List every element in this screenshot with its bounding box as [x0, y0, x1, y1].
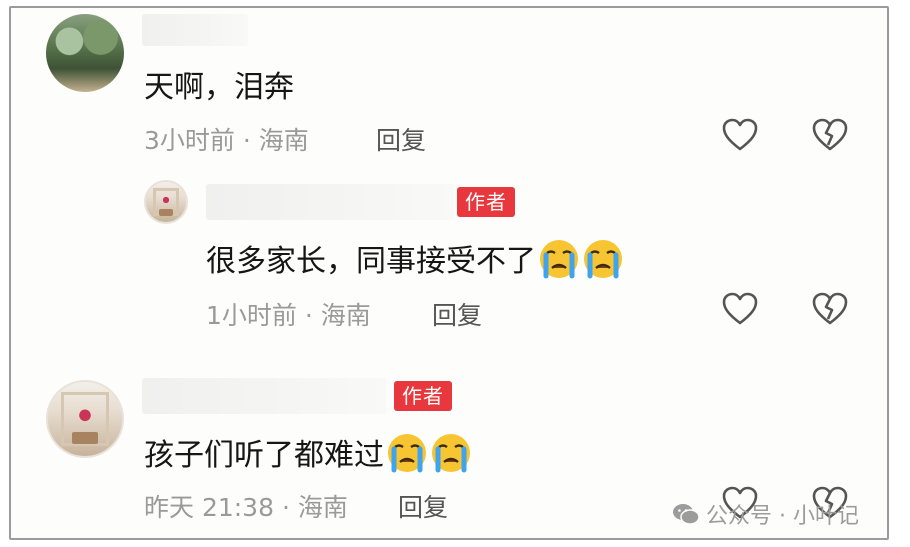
comment-text: 天啊，泪奔	[144, 70, 294, 105]
crying-face-emoji	[582, 238, 624, 288]
avatar[interactable]	[144, 180, 188, 224]
meta-separator: ·	[304, 301, 313, 330]
heart-outline-icon[interactable]	[722, 118, 758, 152]
watermark-text: 公众号 · 小叶记	[706, 504, 859, 529]
comment-location: 海南	[297, 493, 348, 522]
username-blurred[interactable]	[142, 378, 386, 414]
reply-button[interactable]: 回复	[398, 488, 448, 524]
meta-separator: ·	[281, 493, 290, 522]
crying-face-emoji	[430, 432, 472, 482]
comment-text: 孩子们听了都难过	[144, 438, 384, 473]
broken-heart-icon[interactable]	[812, 292, 848, 326]
reply-button[interactable]: 回复	[376, 121, 426, 157]
broken-heart-icon[interactable]	[812, 118, 848, 152]
comment-text: 很多家长，同事接受不了	[206, 244, 536, 279]
comment-time: 1小时前	[206, 301, 297, 330]
username-blurred[interactable]	[206, 184, 454, 220]
comment-text-row: 很多家长，同事接受不了	[206, 236, 624, 288]
username-blurred[interactable]	[142, 14, 248, 46]
comment-time: 昨天 21:38	[144, 493, 274, 522]
comment-text-row: 孩子们听了都难过	[144, 430, 472, 482]
watermark: 公众号 · 小叶记	[672, 498, 859, 532]
comment-meta: 1小时前 · 海南	[206, 296, 371, 332]
author-badge: 作者	[457, 187, 515, 217]
comment-location: 海南	[320, 301, 371, 330]
meta-separator: ·	[242, 126, 251, 155]
crying-face-emoji	[538, 238, 580, 288]
comment-meta: 昨天 21:38 · 海南	[144, 488, 348, 524]
wechat-icon	[672, 502, 700, 532]
comment-location: 海南	[258, 126, 309, 155]
author-badge: 作者	[394, 381, 452, 411]
crying-face-emoji	[386, 432, 428, 482]
reply-button[interactable]: 回复	[432, 296, 482, 332]
heart-outline-icon[interactable]	[722, 292, 758, 326]
avatar[interactable]	[46, 380, 124, 458]
comment-time: 3小时前	[144, 126, 235, 155]
comment-meta: 3小时前 · 海南	[144, 121, 309, 157]
avatar[interactable]	[46, 14, 124, 92]
